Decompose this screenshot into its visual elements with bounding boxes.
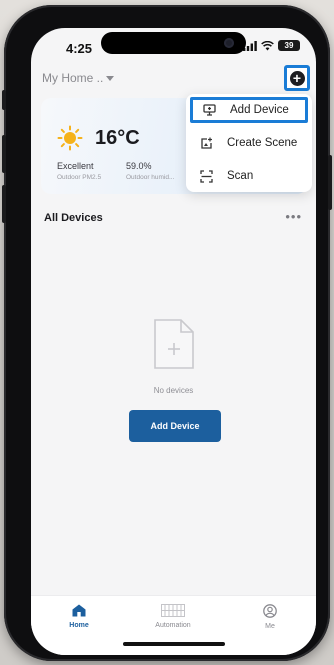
power-button	[328, 155, 332, 210]
tab-automation[interactable]: Automation	[143, 604, 203, 629]
humidity-value: 59.0%	[126, 161, 152, 171]
empty-state-message: No devices	[153, 386, 194, 395]
all-devices-title: All Devices	[44, 212, 103, 224]
tab-label: Home	[69, 622, 89, 629]
home-selector[interactable]: My Home ..	[42, 71, 115, 85]
scan-icon	[193, 169, 219, 183]
sun-icon	[57, 125, 83, 151]
menu-item-label: Scan	[227, 170, 254, 182]
create-scene-icon	[193, 137, 219, 150]
wifi-icon	[261, 40, 274, 50]
tab-label: Me	[265, 623, 275, 630]
status-icons: 39	[243, 40, 300, 51]
tab-me[interactable]: Me	[240, 604, 300, 630]
air-quality-label: Outdoor PM2.5	[57, 174, 102, 181]
add-button[interactable]: +	[284, 65, 310, 91]
volume-down-button	[2, 185, 6, 223]
home-indicator[interactable]	[123, 642, 225, 646]
menu-item-create-scene[interactable]: Create Scene	[190, 130, 308, 156]
add-device-icon	[196, 104, 222, 116]
profile-icon	[263, 604, 277, 618]
add-device-button[interactable]: Add Device	[129, 410, 221, 442]
silent-switch	[2, 90, 6, 110]
menu-item-label: Create Scene	[227, 137, 298, 149]
status-time: 4:25	[66, 41, 93, 56]
menu-item-scan[interactable]: Scan	[190, 163, 308, 189]
humidity-label: Outdoor humid...	[126, 174, 175, 181]
phone-frame: 4:25 39 My Home .. + 16°C Excellent Outd…	[2, 5, 332, 661]
menu-item-label: Add Device	[230, 104, 289, 116]
add-dropdown-menu: Add Device Create Scene Scan	[186, 94, 312, 192]
temperature: 16°C	[95, 127, 140, 149]
more-options-icon[interactable]: •••	[285, 209, 302, 224]
automation-icon	[161, 604, 185, 617]
plus-circle-icon: +	[289, 70, 305, 86]
tab-bar: Home Automation Me	[31, 595, 316, 655]
caret-down-icon	[106, 75, 115, 81]
volume-up-button	[2, 135, 6, 173]
empty-document-icon	[154, 319, 194, 369]
app-screen: 4:25 39 My Home .. + 16°C Excellent Outd…	[31, 28, 316, 655]
tab-label: Automation	[155, 622, 191, 629]
home-icon	[72, 604, 86, 617]
home-name: My Home ..	[42, 71, 104, 85]
dynamic-island	[101, 32, 246, 54]
battery-indicator: 39	[278, 40, 300, 51]
menu-item-add-device[interactable]: Add Device	[190, 97, 308, 123]
air-quality-value: Excellent	[57, 161, 94, 171]
tab-home[interactable]: Home	[49, 604, 109, 629]
